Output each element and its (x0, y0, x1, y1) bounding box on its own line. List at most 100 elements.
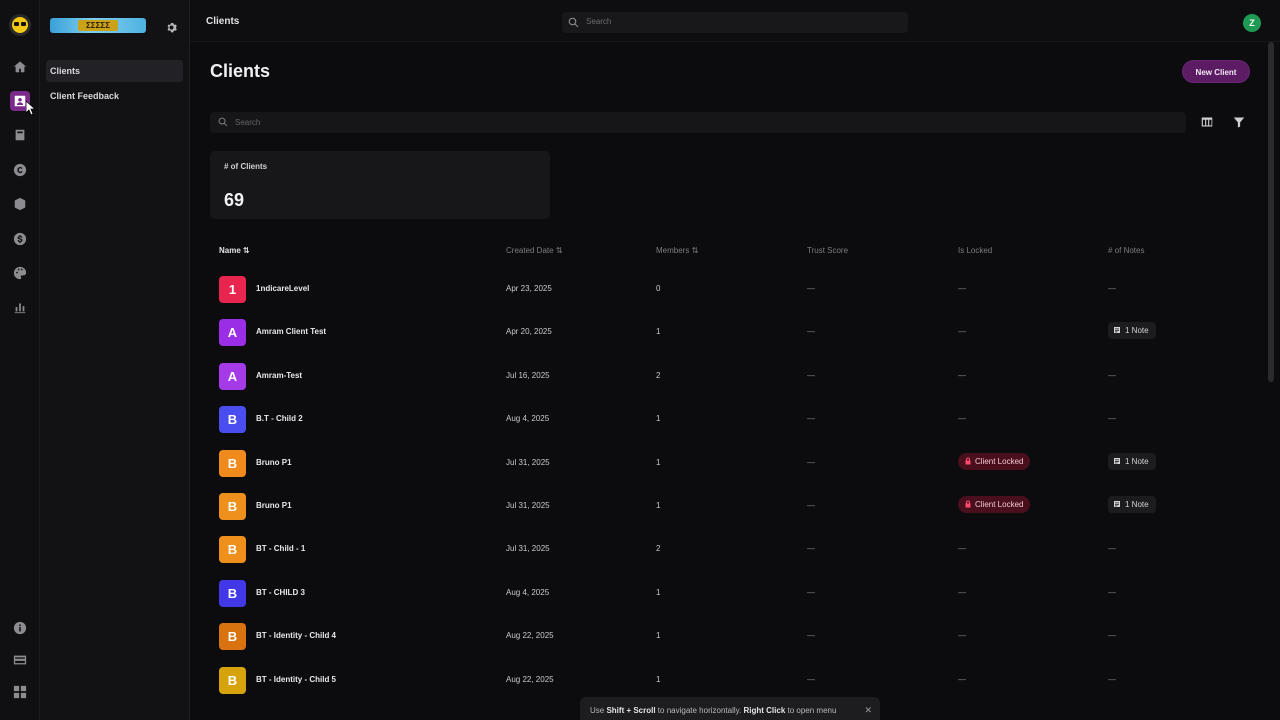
notes-count: — (1108, 631, 1116, 641)
lock-status: — (958, 631, 966, 641)
client-name[interactable]: Bruno P1 (256, 501, 292, 510)
trust-score: — (807, 327, 815, 337)
table-row[interactable]: B B.T - Child 2 Aug 4, 2025 1 — — — (210, 397, 1250, 440)
created-date: Jul 16, 2025 (506, 370, 550, 380)
search-icon (568, 17, 579, 28)
table-row[interactable]: B Bruno P1 Jul 31, 2025 1 — Client Locked 1 No… (210, 441, 1250, 484)
main-content: Clients New Client Search # of Clients 6… (190, 42, 1270, 710)
notes-count: — (1108, 544, 1116, 554)
members-count: 1 (656, 457, 661, 467)
bar-chart-icon[interactable] (11, 298, 29, 316)
column-header-name[interactable]: Name ⇅ (219, 246, 250, 255)
client-name[interactable]: Bruno P1 (256, 458, 292, 467)
vertical-scrollbar[interactable] (1268, 42, 1274, 382)
search-placeholder: Search (235, 118, 261, 127)
column-header-created[interactable]: Created Date ⇅ (506, 246, 563, 255)
client-name[interactable]: Amram-Test (256, 371, 302, 380)
members-count: 2 (656, 370, 661, 380)
table-row[interactable]: A Amram Client Test Apr 20, 2025 1 — — 1 Note (210, 310, 1250, 353)
table-row[interactable]: 1 1ndicareLevel Apr 23, 2025 0 — — — (210, 267, 1250, 310)
members-count: 1 (656, 631, 661, 641)
client-avatar: B (219, 406, 246, 434)
client-name[interactable]: B.T - Child 2 (256, 414, 303, 423)
created-date: Aug 4, 2025 (506, 587, 550, 597)
copyright-icon[interactable] (11, 161, 29, 179)
notes-badge[interactable]: 1 Note (1108, 496, 1156, 513)
docs-icon[interactable] (11, 126, 29, 144)
notes-count: — (1108, 587, 1116, 597)
note-icon (1113, 326, 1125, 335)
search-placeholder: Search (586, 17, 612, 26)
table-row[interactable]: B BT - Identity - Child 5 Aug 22, 2025 1 — — — (210, 658, 1250, 701)
lock-status: — (958, 587, 966, 597)
created-date: Jul 31, 2025 (506, 544, 550, 554)
lock-status: — (958, 370, 966, 380)
user-avatar[interactable]: Z (1243, 14, 1261, 32)
trust-score: — (807, 544, 815, 554)
filter-icon[interactable] (1230, 113, 1248, 131)
home-icon[interactable] (11, 58, 29, 76)
app-logo[interactable] (9, 14, 31, 36)
mouse-cursor (26, 101, 36, 116)
box-icon[interactable] (11, 195, 29, 213)
lock-status: — (958, 674, 966, 684)
notes-count: — (1108, 674, 1116, 684)
notes-badge[interactable]: 1 Note (1108, 322, 1156, 340)
client-name[interactable]: BT - CHILD 3 (256, 588, 305, 597)
workspace-logo: ΣΣΣΣΣ (78, 20, 118, 31)
info-icon[interactable] (11, 619, 29, 637)
client-name[interactable]: BT - Identity - Child 4 (256, 631, 336, 640)
table-row[interactable]: B BT - CHILD 3 Aug 4, 2025 1 — — — (210, 571, 1250, 614)
sidebar-item-clients[interactable]: Clients (46, 60, 183, 82)
table-row[interactable]: A Amram-Test Jul 16, 2025 2 — — — (210, 354, 1250, 397)
members-count: 2 (656, 544, 661, 554)
stat-label: # of Clients (224, 162, 268, 171)
members-count: 1 (656, 501, 661, 510)
client-name[interactable]: BT - Child - 1 (256, 544, 305, 553)
global-search-input[interactable]: Search (562, 12, 908, 33)
lock-status: — (958, 284, 966, 293)
note-icon (1113, 500, 1125, 509)
column-header-locked[interactable]: Is Locked (958, 246, 992, 255)
members-count: 1 (656, 587, 661, 597)
trust-score: — (807, 457, 815, 467)
client-locked-badge: Client Locked (958, 452, 1031, 470)
client-avatar: B (219, 623, 246, 651)
columns-icon[interactable] (1198, 113, 1216, 131)
breadcrumb-title: Clients (206, 16, 240, 27)
trust-score: — (807, 414, 815, 424)
card-icon[interactable] (11, 651, 29, 669)
apps-icon[interactable] (11, 683, 29, 701)
created-date: Apr 20, 2025 (506, 327, 552, 337)
created-date: Aug 22, 2025 (506, 674, 554, 684)
client-name[interactable]: 1ndicareLevel (256, 284, 309, 293)
created-date: Jul 31, 2025 (506, 501, 550, 510)
column-header-notes[interactable]: # of Notes (1108, 246, 1144, 255)
new-client-button[interactable]: New Client (1182, 60, 1250, 83)
gear-icon[interactable] (166, 20, 177, 33)
palette-icon[interactable] (11, 264, 29, 282)
table-search-input[interactable]: Search (210, 112, 1186, 133)
close-icon[interactable]: ✕ (864, 705, 872, 716)
lock-status: — (958, 414, 966, 424)
table-row[interactable]: B Bruno P1 Jul 31, 2025 1 — Client Locked 1 No… (210, 484, 1250, 527)
search-icon (218, 117, 228, 127)
table-row[interactable]: B BT - Identity - Child 4 Aug 22, 2025 1 — — — (210, 614, 1250, 657)
client-avatar: B (219, 449, 246, 477)
client-count-card: # of Clients 69 (210, 151, 550, 219)
client-name[interactable]: Amram Client Test (256, 327, 326, 336)
client-name[interactable]: BT - Identity - Child 5 (256, 675, 336, 684)
lock-status: — (958, 327, 966, 337)
trust-score: — (807, 631, 815, 641)
notes-badge[interactable]: 1 Note (1108, 452, 1156, 470)
secondary-sidebar: ΣΣΣΣΣ Clients Client Feedback (40, 0, 190, 720)
table-row[interactable]: B BT - Child - 1 Jul 31, 2025 2 — — — (210, 527, 1250, 570)
trust-score: — (807, 674, 815, 684)
column-header-trust[interactable]: Trust Score (807, 246, 848, 255)
currency-icon[interactable] (11, 230, 29, 248)
workspace-switcher[interactable]: ΣΣΣΣΣ (50, 18, 146, 33)
client-avatar: B (219, 536, 246, 564)
sidebar-item-client-feedback[interactable]: Client Feedback (46, 85, 183, 107)
column-header-members[interactable]: Members ⇅ (656, 246, 698, 255)
icon-rail (0, 0, 40, 720)
